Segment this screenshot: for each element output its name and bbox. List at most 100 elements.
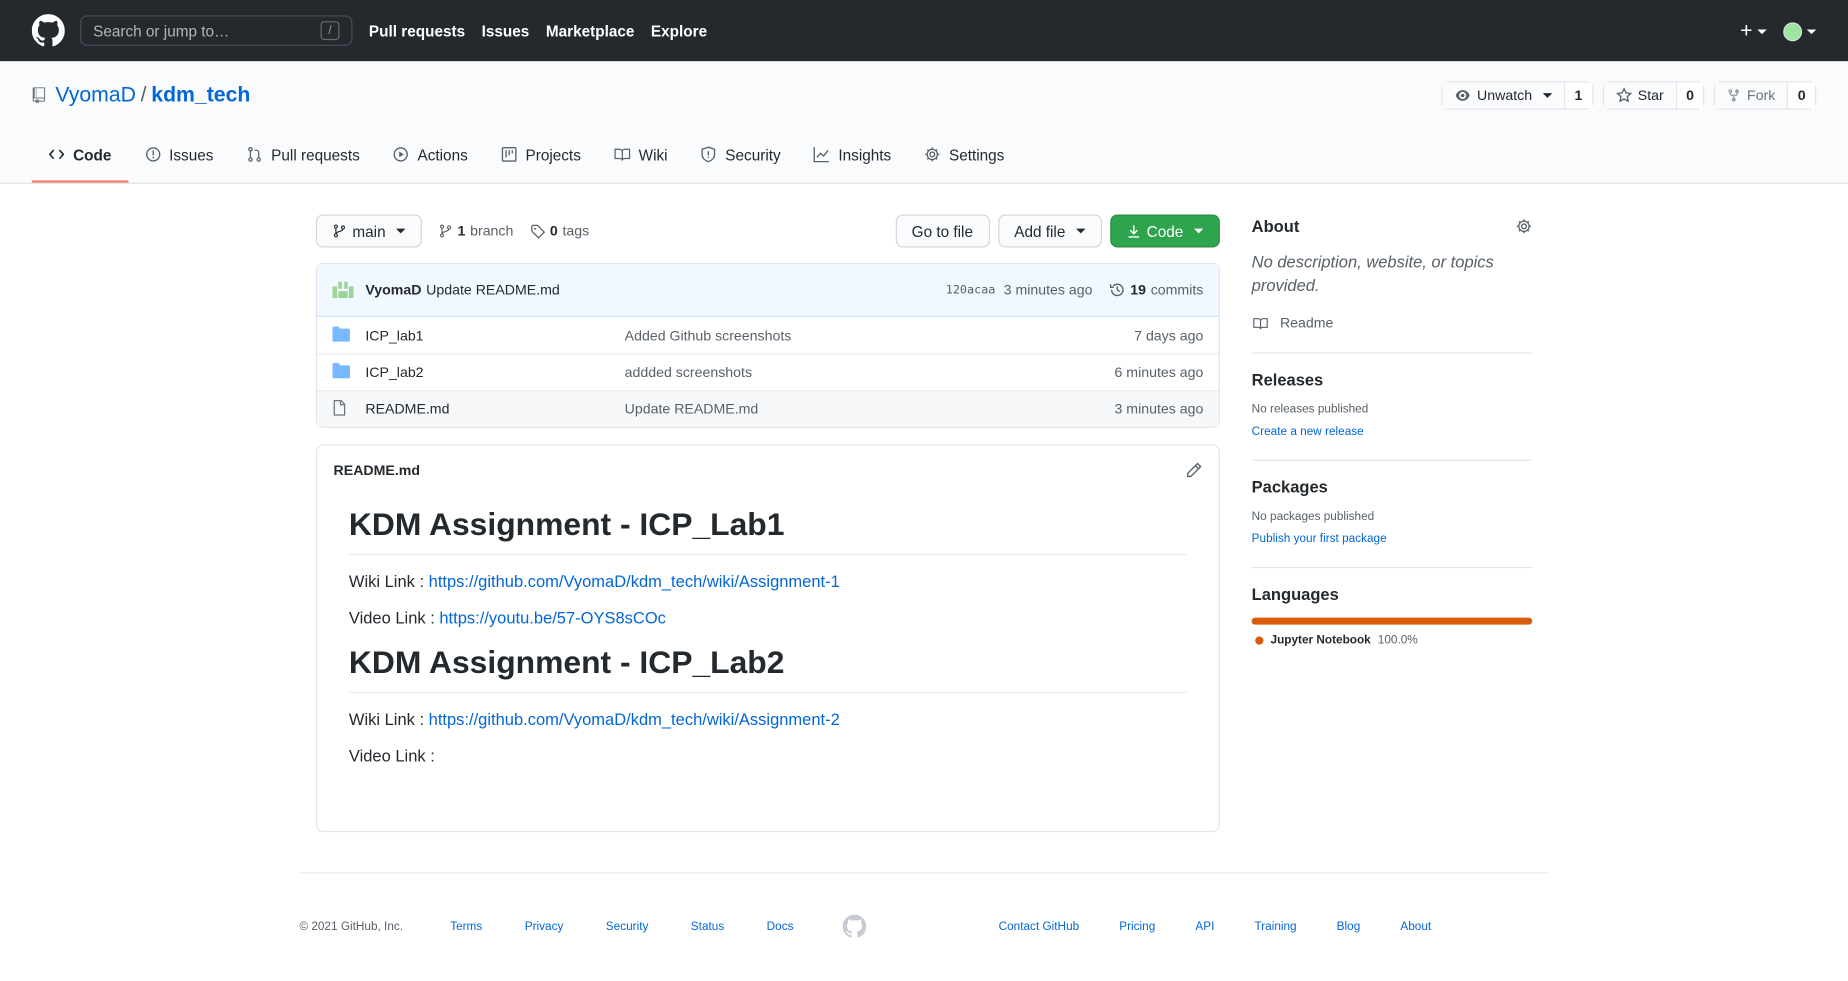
unwatch-button[interactable]: Unwatch xyxy=(1442,81,1566,108)
file-row: ICP_lab1 Added Github screenshots 7 days… xyxy=(317,317,1219,354)
github-mark-icon[interactable] xyxy=(843,914,867,939)
tab-settings[interactable]: Settings xyxy=(908,128,1021,182)
tab-label: Pull requests xyxy=(271,145,360,164)
repo-owner-link[interactable]: VyomaD xyxy=(55,83,136,108)
readme-link[interactable]: Readme xyxy=(1252,314,1533,332)
commits-link[interactable]: 19 commits xyxy=(1109,282,1203,298)
wiki-link[interactable]: https://github.com/VyomaD/kdm_tech/wiki/… xyxy=(429,710,840,729)
branch-icon xyxy=(333,224,346,238)
star-button[interactable]: Star xyxy=(1603,81,1677,108)
readme-paragraph: Wiki Link : https://github.com/VyomaD/kd… xyxy=(349,710,1187,729)
search-input[interactable]: Search or jump to… / xyxy=(80,15,353,46)
language-percent: 100.0% xyxy=(1377,634,1418,648)
gear-icon[interactable] xyxy=(1516,218,1533,235)
watch-count[interactable]: 1 xyxy=(1565,81,1592,108)
readme-heading: KDM Assignment - ICP_Lab1 xyxy=(348,507,1187,556)
language-name: Jupyter Notebook xyxy=(1270,634,1371,648)
file-commit-message[interactable]: addded screenshots xyxy=(625,364,1115,381)
tab-projects[interactable]: Projects xyxy=(484,128,597,182)
footer-link-about[interactable]: About xyxy=(1400,920,1431,933)
readme-link-label: Readme xyxy=(1279,314,1334,332)
footer-link-pricing[interactable]: Pricing xyxy=(1119,920,1155,933)
tab-actions[interactable]: Actions xyxy=(376,128,484,182)
fork-count[interactable]: 0 xyxy=(1788,81,1816,108)
tab-insights[interactable]: Insights xyxy=(797,128,908,182)
fork-icon xyxy=(1728,88,1740,102)
packages-title[interactable]: Packages xyxy=(1252,477,1533,496)
code-download-button[interactable]: Code xyxy=(1110,214,1220,248)
wiki-link[interactable]: https://github.com/VyomaD/kdm_tech/wiki/… xyxy=(429,572,840,591)
about-description: No description, website, or topics provi… xyxy=(1251,252,1494,295)
user-menu[interactable] xyxy=(1783,20,1817,41)
languages-title: Languages xyxy=(1251,584,1339,604)
branch-count: 1 xyxy=(457,222,466,240)
star-label: Star xyxy=(1637,86,1664,104)
readme-panel: README.md KDM Assignment - ICP_Lab1 Wiki… xyxy=(315,444,1220,833)
footer-link-training[interactable]: Training xyxy=(1254,920,1296,933)
tab-label: Wiki xyxy=(638,145,668,164)
readme-filename: README.md xyxy=(333,462,420,479)
releases-title[interactable]: Releases xyxy=(1252,370,1533,389)
pencil-icon[interactable] xyxy=(1186,462,1203,479)
readme-paragraph: Video Link : xyxy=(348,746,435,765)
nav-explore[interactable]: Explore xyxy=(651,22,707,40)
footer-link-api[interactable]: API xyxy=(1195,920,1214,933)
branches-link[interactable]: 1 branch xyxy=(439,222,514,240)
tab-wiki[interactable]: Wiki xyxy=(597,128,684,182)
tab-label: Settings xyxy=(948,145,1005,164)
issue-icon xyxy=(145,147,160,162)
file-row: README.md Update README.md 3 minutes ago xyxy=(317,390,1219,427)
repo-content: main 1 branch 0 tags Go to file Add file C… xyxy=(315,214,1220,833)
go-to-file-button[interactable]: Go to file xyxy=(895,214,990,248)
commit-author[interactable]: VyomaD xyxy=(365,282,421,299)
video-link[interactable]: https://youtu.be/57-OYS8sCOc xyxy=(439,608,666,627)
footer-link-privacy[interactable]: Privacy xyxy=(525,920,564,933)
file-name[interactable]: ICP_lab2 xyxy=(365,364,624,381)
star-count[interactable]: 0 xyxy=(1676,81,1704,108)
tab-code[interactable]: Code xyxy=(31,128,128,183)
file-name[interactable]: README.md xyxy=(365,401,624,418)
repo-sidebar: About No description, website, or topics… xyxy=(1251,215,1533,833)
commit-message[interactable]: Update README.md xyxy=(426,282,560,299)
footer-link-terms[interactable]: Terms xyxy=(450,920,482,933)
footer-link-docs[interactable]: Docs xyxy=(767,920,794,933)
tab-pull-requests[interactable]: Pull requests xyxy=(230,128,376,182)
nav-pull-requests[interactable]: Pull requests xyxy=(369,22,465,40)
nav-issues[interactable]: Issues xyxy=(482,22,530,40)
file-age: 3 minutes ago xyxy=(1114,400,1204,418)
branch-select-button[interactable]: main xyxy=(315,214,423,248)
gear-icon xyxy=(925,147,940,162)
pull-request-icon xyxy=(248,146,262,162)
publish-package-link[interactable]: Publish your first package xyxy=(1252,533,1387,546)
file-icon xyxy=(333,399,346,416)
language-item[interactable]: Jupyter Notebook 100.0% xyxy=(1255,634,1532,647)
footer-link-blog[interactable]: Blog xyxy=(1337,920,1361,933)
about-section: About No description, website, or topics… xyxy=(1251,215,1533,354)
nav-marketplace[interactable]: Marketplace xyxy=(546,22,635,40)
latest-commit: VyomaD Update README.md 120acaa 3 minute… xyxy=(317,264,1219,318)
create-new-dropdown[interactable]: + xyxy=(1740,18,1767,43)
plus-icon: + xyxy=(1740,18,1753,42)
tab-security[interactable]: Security xyxy=(684,128,797,182)
readme-body: KDM Assignment - ICP_Lab1 Wiki Link : ht… xyxy=(317,507,1219,765)
create-release-link[interactable]: Create a new release xyxy=(1252,425,1364,438)
footer-link-contact[interactable]: Contact GitHub xyxy=(999,920,1080,933)
tab-issues[interactable]: Issues xyxy=(128,128,230,182)
author-avatar[interactable] xyxy=(332,281,354,299)
play-icon xyxy=(393,147,409,162)
footer-link-security[interactable]: Security xyxy=(606,920,649,933)
file-commit-message[interactable]: Added Github screenshots xyxy=(625,327,1134,344)
add-file-button[interactable]: Add file xyxy=(997,214,1102,248)
file-commit-message[interactable]: Update README.md xyxy=(625,401,1115,418)
book-icon xyxy=(1253,317,1268,329)
repo-name-link[interactable]: kdm_tech xyxy=(151,83,250,108)
tags-link[interactable]: 0 tags xyxy=(530,223,589,239)
fork-button[interactable]: Fork xyxy=(1715,81,1789,108)
footer-link-status[interactable]: Status xyxy=(691,920,724,933)
commit-sha[interactable]: 120acaa xyxy=(946,283,996,296)
branch-label: branch xyxy=(470,222,514,240)
unwatch-label: Unwatch xyxy=(1477,86,1533,104)
download-icon xyxy=(1128,224,1140,238)
github-logo-icon[interactable] xyxy=(31,14,65,47)
file-name[interactable]: ICP_lab1 xyxy=(365,327,624,344)
